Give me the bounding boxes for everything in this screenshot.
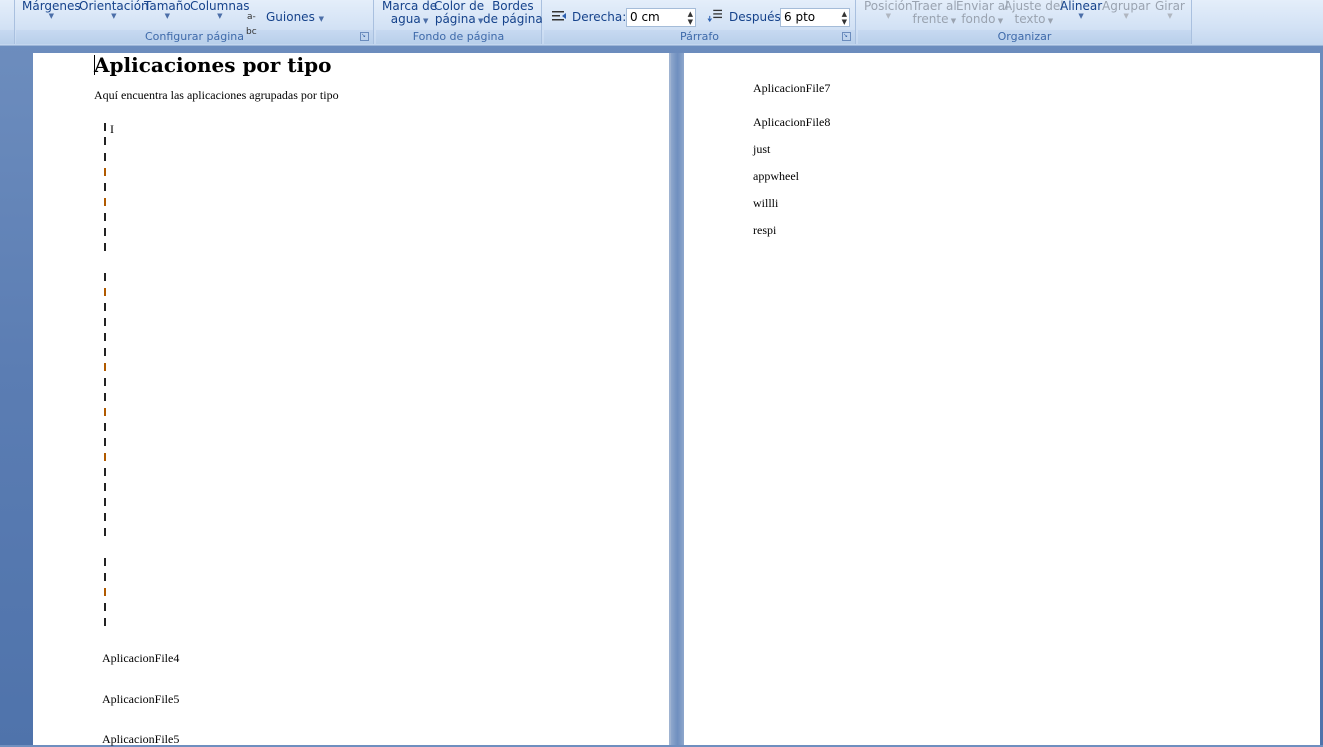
agrupar-button[interactable]: Agrupar ▼ [1102,0,1150,20]
derecha-label: Derecha: [572,10,627,24]
despues-field[interactable]: 6 pto ▲ ▼ [780,8,850,27]
guiones-button[interactable]: a-bc [246,9,257,39]
list-item[interactable]: AplicacionFile5 [102,692,179,707]
chevron-down-icon: ▼ [1045,17,1054,25]
page-gap [671,53,684,745]
derecha-field[interactable]: 0 cm ▲ ▼ [626,8,696,27]
guiones-label-button[interactable]: Guiones ▼ [266,11,324,26]
chevron-down-icon: ▼ [995,17,1004,25]
despues-label: Después: [729,10,785,24]
list-item[interactable]: respi [753,223,776,238]
dialog-launcher-icon[interactable]: ↘ [842,32,851,41]
posicion-button[interactable]: Posición ▼ [864,0,913,20]
list-item[interactable]: AplicacionFile7 [753,81,830,96]
ajuste-del-texto-button[interactable]: Ajuste del texto ▼ [1004,0,1064,28]
frame-text-char: I [110,122,114,136]
chevron-down-icon: ▼ [164,12,171,20]
girar-button[interactable]: Girar ▼ [1155,0,1185,20]
chevron-down-icon: ▼ [1078,12,1084,20]
marca-de-agua-button[interactable]: Marca de agua ▼ [382,0,437,28]
list-item[interactable]: just [753,142,770,157]
ribbon-group-stub [0,0,15,44]
chevron-down-icon: ▼ [948,17,957,25]
group-label-organizar: Organizar [997,30,1052,43]
group-configurar-pagina: Configurar página ↘ Márgenes ▼ Orientaci… [16,0,374,44]
list-item[interactable]: appwheel [753,169,799,184]
chevron-down-icon: ▼ [318,15,325,23]
chevron-down-icon: ▼ [1167,12,1173,20]
group-organizar: Organizar Posición ▼ Traer al frente ▼ E… [858,0,1192,44]
chevron-down-icon: ▼ [1123,12,1129,20]
chevron-down-icon: ▼ [111,12,117,20]
ribbon: Configurar página ↘ Márgenes ▼ Orientaci… [0,0,1323,46]
document-heading[interactable]: Aplicaciones por tipo [94,53,331,77]
dialog-launcher-icon[interactable]: ↘ [360,32,369,41]
group-parrafo: Párrafo ↘ Derecha: 0 cm ▲ ▼ Después: 6 pt… [544,0,856,44]
chevron-down-icon: ▼ [217,12,223,20]
spinner-icon[interactable]: ▲ ▼ [688,10,693,26]
list-item[interactable]: AplicacionFile4 [102,651,179,666]
indent-right-icon [552,11,566,21]
margenes-button[interactable]: Márgenes ▼ [22,0,81,20]
orientacion-button[interactable]: Orientación ▼ [79,0,149,20]
chevron-down-icon: ▼ [885,12,891,20]
enviar-al-fondo-button[interactable]: Enviar al fondo ▼ [956,0,1008,28]
group-label-parrafo: Párrafo [679,30,720,43]
list-item[interactable]: AplicacionFile8 [753,115,830,130]
document-intro[interactable]: Aquí encuentra las aplicaciones agrupada… [94,88,339,103]
group-fondo-de-pagina: Fondo de página Marca de agua ▼ Color de… [376,0,543,44]
list-item[interactable]: willli [753,196,778,211]
spinner-icon[interactable]: ▲ ▼ [842,10,847,26]
document-page-1[interactable]: Aplicaciones por tipo Aquí encuentra las… [33,53,671,746]
chevron-down-icon: ▼ [48,12,55,20]
color-de-pagina-button[interactable]: Color de página ▼ [434,0,484,28]
tamano-button[interactable]: Tamaño ▼ [144,0,191,20]
spacing-after-icon [707,9,722,22]
bordes-de-pagina-button[interactable]: Bordes de página [483,0,543,26]
narrow-text-frame[interactable] [104,123,108,635]
columnas-button[interactable]: Columnas ▼ [190,0,250,20]
group-label-fondo: Fondo de página [412,30,505,43]
hyphenation-icon: a-bc [246,12,257,37]
document-page-2[interactable]: AplicacionFile7 AplicacionFile8 just app… [684,53,1320,745]
group-label-configurar: Configurar página [144,30,245,43]
traer-al-frente-button[interactable]: Traer al frente ▼ [912,0,957,28]
chevron-down-icon: ▼ [420,17,429,25]
alinear-button[interactable]: Alinear ▼ [1060,0,1102,20]
